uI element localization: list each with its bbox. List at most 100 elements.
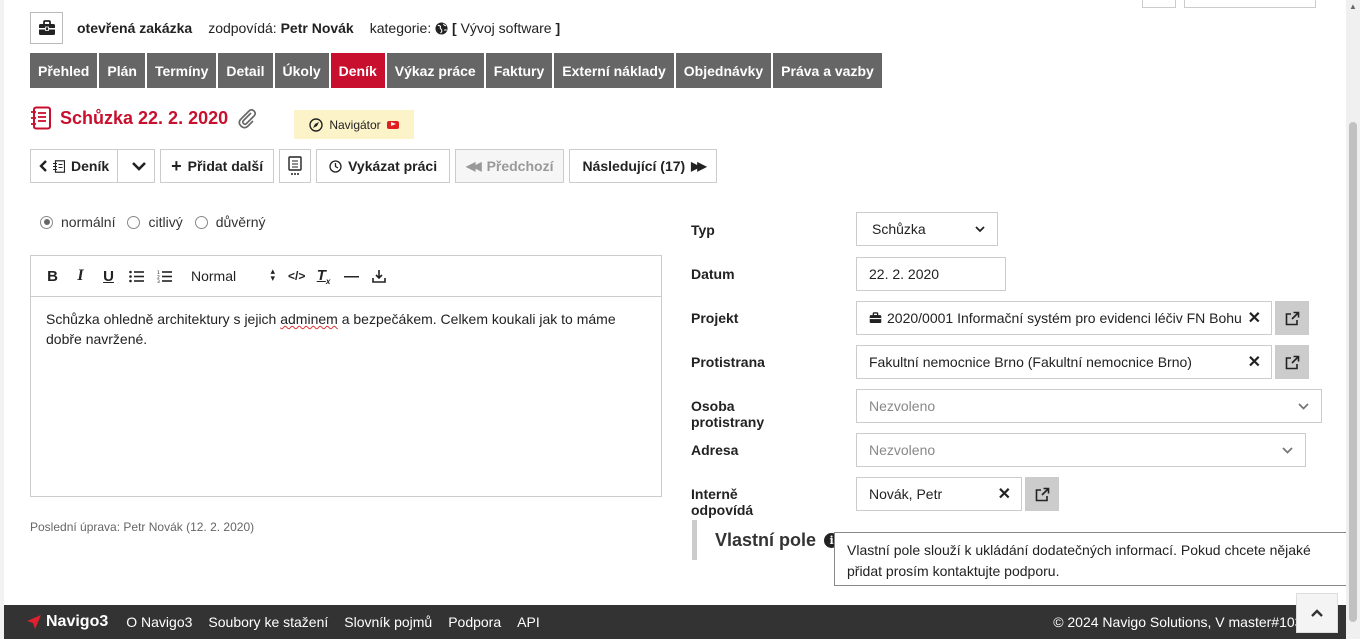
svg-text:3: 3 (157, 279, 160, 283)
clear-format-icon[interactable]: Tx (316, 267, 331, 286)
entry-title-row: Schůzka 22. 2. 2020 (30, 106, 258, 130)
typ-value: Schůzka (872, 221, 926, 237)
journal-icon (31, 106, 51, 130)
chevron-down-icon (132, 162, 147, 171)
editor-content[interactable]: Schůzka ohledně architektury s jejich ad… (31, 297, 661, 361)
interne-open-link[interactable] (1025, 477, 1059, 511)
interne-select[interactable]: Novák, Petr ✕ (856, 477, 1022, 511)
scrollbar-thumb[interactable] (1349, 122, 1357, 622)
back-to-journal-group: Deník (30, 149, 156, 183)
code-icon[interactable]: </> (288, 269, 305, 283)
previous-button[interactable]: ◀◀ Předchozí (455, 149, 565, 183)
footer-link-glossary[interactable]: Slovník pojmů (344, 614, 432, 630)
category-bracket-open: [ (452, 20, 457, 36)
privacy-sensitive[interactable]: citlivý (127, 214, 183, 230)
tab-objednavky[interactable]: Objednávky (675, 53, 772, 88)
chevron-down-icon (1282, 446, 1293, 454)
footer-copyright: © 2024 Navigo Solutions, V master#10312 (1053, 614, 1318, 630)
tab-detail[interactable]: Detail (218, 53, 273, 88)
chevron-down-icon (975, 225, 985, 232)
report-work-button[interactable]: Vykázat práci (316, 149, 451, 183)
double-chevron-left-icon: ◀◀ (466, 159, 482, 173)
responsible-name[interactable]: Petr Novák (281, 20, 354, 36)
horizontal-rule-icon[interactable]: — (344, 268, 359, 285)
tab-denik[interactable]: Deník (330, 53, 385, 88)
footer-link-about[interactable]: O Navigo3 (126, 614, 192, 630)
format-select[interactable]: Normal ▴ ▾ (191, 266, 275, 285)
tab-ukoly[interactable]: Úkoly (274, 53, 329, 88)
privacy-confidential[interactable]: důvěrný (194, 214, 266, 230)
scroll-up-arrow[interactable]: ▲ (1349, 2, 1357, 12)
project-button[interactable] (30, 12, 63, 44)
updown-icon: ▴ ▾ (270, 266, 275, 283)
category-value[interactable]: Vývoj software (461, 20, 552, 36)
typ-select[interactable]: Schůzka (856, 212, 998, 246)
scroll-to-top-button[interactable] (1296, 593, 1338, 633)
youtube-icon (386, 120, 399, 129)
chevron-left-icon (39, 160, 47, 172)
vertical-scrollbar[interactable]: ▲ (1346, 0, 1360, 639)
tab-prava-a-vazby[interactable]: Práva a vazby (773, 53, 882, 88)
insert-icon[interactable] (372, 269, 386, 283)
privacy-normal[interactable]: normální (40, 214, 115, 230)
tab-vykaz-prace[interactable]: Výkaz práce (386, 53, 484, 88)
tab-faktury[interactable]: Faktury (485, 53, 553, 88)
add-another-label: Přidat další (187, 158, 264, 174)
footer-link-support[interactable]: Podpora (448, 614, 501, 630)
project-status: otevřená zakázka (77, 20, 193, 36)
close-icon[interactable]: ✕ (998, 484, 1011, 504)
add-another-button[interactable]: + Přidat další (160, 149, 275, 183)
footer-link-downloads[interactable]: Soubory ke stažení (208, 614, 328, 630)
interne-label: Interně odpovídá (691, 486, 754, 518)
close-icon[interactable]: ✕ (1248, 308, 1261, 328)
adresa-value: Nezvoleno (869, 442, 936, 458)
footer-link-api[interactable]: API (517, 614, 540, 630)
new-journal-button[interactable] (279, 149, 312, 183)
navigo-logo-icon (27, 615, 41, 629)
journal-dropdown-button[interactable] (124, 150, 154, 182)
osoba-value: Nezvoleno (869, 398, 936, 414)
editor-text-1: Schůzka ohledně architektury s jejich (46, 311, 281, 327)
tab-externi-naklady[interactable]: Externí náklady (554, 53, 674, 88)
projekt-open-link[interactable] (1275, 301, 1309, 335)
footer-logo[interactable]: Navigo3 (26, 613, 108, 631)
page: ••• otevřená zakázka zodpovídá: Petr Nov… (4, 0, 1346, 605)
navigator-button[interactable]: Navigátor (294, 110, 414, 139)
chevron-up-icon (1311, 609, 1323, 617)
adresa-select[interactable]: Nezvoleno (856, 433, 1306, 467)
more-button[interactable]: ••• (1142, 0, 1176, 8)
tab-prehled[interactable]: Přehled (30, 53, 98, 88)
projekt-label: Projekt (691, 310, 739, 326)
radio-unchecked[interactable] (127, 215, 141, 229)
entry-toolbar: Deník + Přidat další Vykázat práci ◀◀ Př… (30, 149, 717, 183)
typ-label: Typ (691, 222, 715, 238)
footer-links: O Navigo3 Soubory ke stažení Slovník poj… (126, 614, 539, 630)
external-link-icon (1035, 487, 1049, 501)
projekt-select[interactable]: 2020/0001 Informační systém pro evidenci… (856, 301, 1272, 335)
radio-unchecked[interactable] (194, 215, 208, 229)
protistrana-select[interactable]: Fakultní nemocnice Brno (Fakultní nemocn… (856, 345, 1272, 379)
osoba-label: Osoba protistrany (691, 398, 765, 430)
top-right-controls: ••• (1142, 0, 1316, 8)
bullet-list-icon[interactable] (129, 270, 144, 283)
back-to-journal-button[interactable]: Deník (31, 150, 119, 182)
custom-fields-section: Vlastní pole i (692, 520, 840, 560)
chevron-down-icon (1298, 402, 1309, 410)
responsible-label: zodpovídá: (208, 20, 277, 36)
paperclip-icon[interactable] (236, 107, 258, 129)
top-search-input[interactable] (1184, 0, 1316, 8)
tab-plan[interactable]: Plán (99, 53, 145, 88)
italic-icon[interactable]: I (73, 267, 88, 285)
osoba-select[interactable]: Nezvoleno (856, 389, 1322, 423)
protistrana-open-link[interactable] (1275, 345, 1309, 379)
tab-terminy[interactable]: Termíny (146, 53, 217, 88)
numbered-list-icon[interactable]: 123 (157, 270, 172, 283)
bold-icon[interactable]: B (45, 268, 60, 285)
last-edit-info: Poslední úprava: Petr Novák (12. 2. 2020… (30, 520, 255, 534)
underline-icon[interactable]: U (101, 268, 116, 285)
close-icon[interactable]: ✕ (1248, 352, 1261, 372)
datum-input[interactable]: 22. 2. 2020 (856, 257, 1006, 291)
footer: Navigo3 O Navigo3 Soubory ke stažení Slo… (4, 605, 1346, 639)
radio-checked[interactable] (40, 215, 53, 229)
next-button[interactable]: Následující (17) ▶▶ (569, 149, 717, 183)
